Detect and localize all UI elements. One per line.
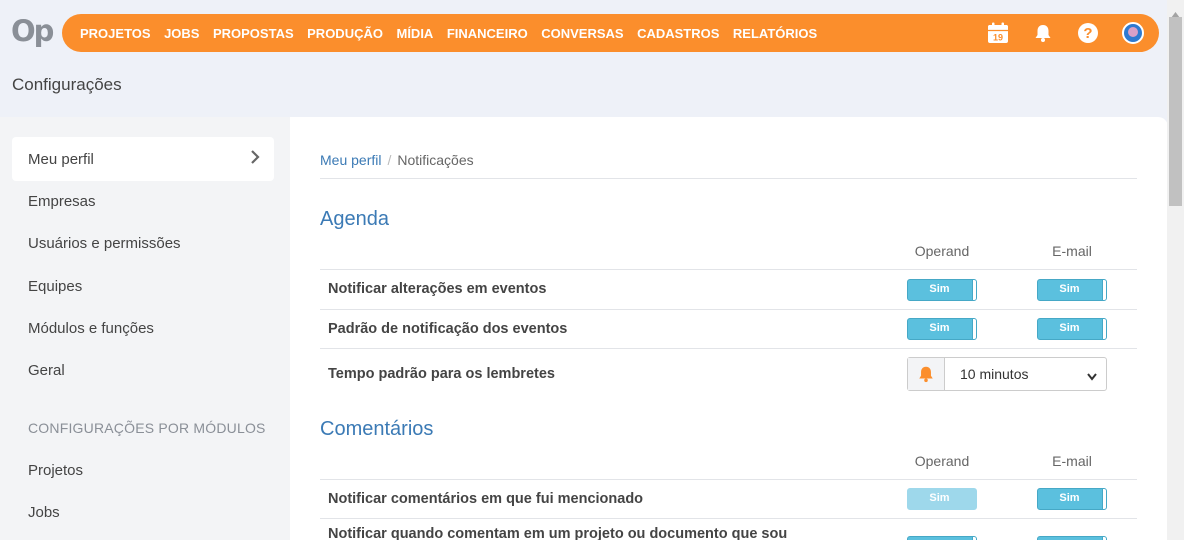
settings-sidebar: Meu perfil Empresas Usuários e permissõe… — [0, 117, 290, 540]
nav-item-cadastros[interactable]: CADASTROS — [637, 26, 719, 41]
breadcrumb-separator: / — [387, 152, 392, 168]
nav-item-midia[interactable]: MÍDIA — [396, 26, 433, 41]
page-title: Configurações — [12, 75, 122, 94]
nav-item-jobs[interactable]: JOBS — [164, 26, 199, 41]
email-toggle[interactable]: Sim — [1037, 488, 1107, 510]
settings-row: Notificar comentários em que fui mencion… — [320, 479, 1137, 519]
sidebar-item-label: Usuários e permissões — [28, 234, 181, 252]
row-label: Padrão de notificação dos eventos — [328, 321, 568, 337]
row-label: Notificar alterações em eventos — [328, 281, 547, 297]
sidebar-item-equipes[interactable]: Equipes — [12, 264, 274, 308]
chevron-right-icon — [250, 150, 260, 168]
sidebar-item-label: Meu perfil — [28, 150, 94, 168]
chevron-down-icon — [1086, 369, 1098, 385]
sidebar-item-projetos[interactable]: Projetos — [12, 448, 274, 492]
help-icon[interactable]: ? — [1076, 21, 1100, 45]
settings-row: Tempo padrão para os lembretes 10 minuto… — [320, 348, 1137, 400]
page-scrollbar[interactable] — [1167, 0, 1184, 540]
email-toggle[interactable]: Sim — [1037, 318, 1107, 340]
nav-item-producao[interactable]: PRODUÇÃO — [307, 26, 383, 41]
calendar-icon[interactable]: 19 — [986, 21, 1010, 45]
breadcrumb: Meu perfil / Notificações — [320, 152, 474, 168]
operand-toggle[interactable] — [907, 536, 977, 540]
settings-content: Meu perfil / Notificações Agenda Operand E… — [290, 117, 1168, 540]
main-nav: PROJETOS JOBS PROPOSTAS PRODUÇÃO MÍDIA F… — [80, 26, 831, 41]
operand-toggle-disabled: Sim — [907, 488, 977, 510]
sidebar-item-empresas[interactable]: Empresas — [12, 179, 274, 223]
sidebar-item-label: Módulos e funções — [28, 319, 154, 337]
app-logo[interactable]: Op — [11, 14, 54, 48]
settings-row: Padrão de notificação dos eventos Sim Si… — [320, 309, 1137, 348]
reminder-time-select[interactable]: 10 minutos — [907, 357, 1107, 391]
bell-icon — [908, 358, 945, 390]
nav-item-conversas[interactable]: CONVERSAS — [541, 26, 623, 41]
reminder-select-value[interactable]: 10 minutos — [945, 358, 1106, 390]
sidebar-item-label: Empresas — [28, 192, 96, 210]
breadcrumb-link-meu-perfil[interactable]: Meu perfil — [320, 152, 381, 168]
nav-item-relatorios[interactable]: RELATÓRIOS — [733, 26, 817, 41]
sidebar-item-label: Equipes — [28, 277, 83, 295]
sidebar-item-label: Geral — [28, 361, 65, 379]
top-navbar: PROJETOS JOBS PROPOSTAS PRODUÇÃO MÍDIA F… — [62, 14, 1159, 52]
sidebar-item-label: Jobs — [28, 503, 60, 521]
row-label: Notificar comentários em que fui mencion… — [328, 491, 644, 507]
row-label: Notificar quando comentam em um projeto … — [328, 526, 788, 540]
breadcrumb-current: Notificações — [397, 152, 474, 168]
settings-row: Notificar alterações em eventos Sim Sim — [320, 269, 1137, 309]
column-header-operand: Operand — [914, 453, 970, 469]
bell-icon[interactable] — [1031, 21, 1055, 45]
email-toggle[interactable] — [1037, 536, 1107, 540]
svg-text:?: ? — [1083, 25, 1092, 42]
section-title-comentarios: Comentários — [320, 418, 434, 440]
nav-item-financeiro[interactable]: FINANCEIRO — [447, 26, 528, 41]
sidebar-section-title: CONFIGURAÇÕES POR MÓDULOS — [28, 420, 266, 436]
calendar-day: 19 — [993, 33, 1003, 43]
sidebar-item-usuarios[interactable]: Usuários e permissões — [12, 221, 274, 265]
operand-toggle[interactable]: Sim — [907, 318, 977, 340]
section-title-agenda: Agenda — [320, 208, 389, 230]
column-header-operand: Operand — [914, 243, 970, 259]
column-header-email: E-mail — [1052, 243, 1092, 259]
top-icons: 19 ? — [965, 14, 1145, 52]
operand-toggle[interactable]: Sim — [907, 279, 977, 301]
sidebar-item-meu-perfil[interactable]: Meu perfil — [12, 137, 274, 181]
sidebar-item-modulos[interactable]: Módulos e funções — [12, 306, 274, 350]
nav-item-projetos[interactable]: PROJETOS — [80, 26, 151, 41]
row-label: Tempo padrão para os lembretes — [328, 366, 555, 382]
sidebar-item-jobs[interactable]: Jobs — [12, 490, 274, 534]
divider — [320, 178, 1137, 179]
settings-row: Notificar quando comentam em um projeto … — [320, 518, 1137, 540]
email-toggle[interactable]: Sim — [1037, 279, 1107, 301]
sidebar-item-label: Projetos — [28, 461, 84, 479]
sidebar-item-geral[interactable]: Geral — [12, 348, 274, 392]
scrollbar-thumb[interactable] — [1169, 17, 1182, 206]
user-avatar[interactable] — [1121, 21, 1145, 45]
avatar — [1122, 22, 1144, 44]
nav-item-propostas[interactable]: PROPOSTAS — [213, 26, 294, 41]
column-header-email: E-mail — [1052, 453, 1092, 469]
